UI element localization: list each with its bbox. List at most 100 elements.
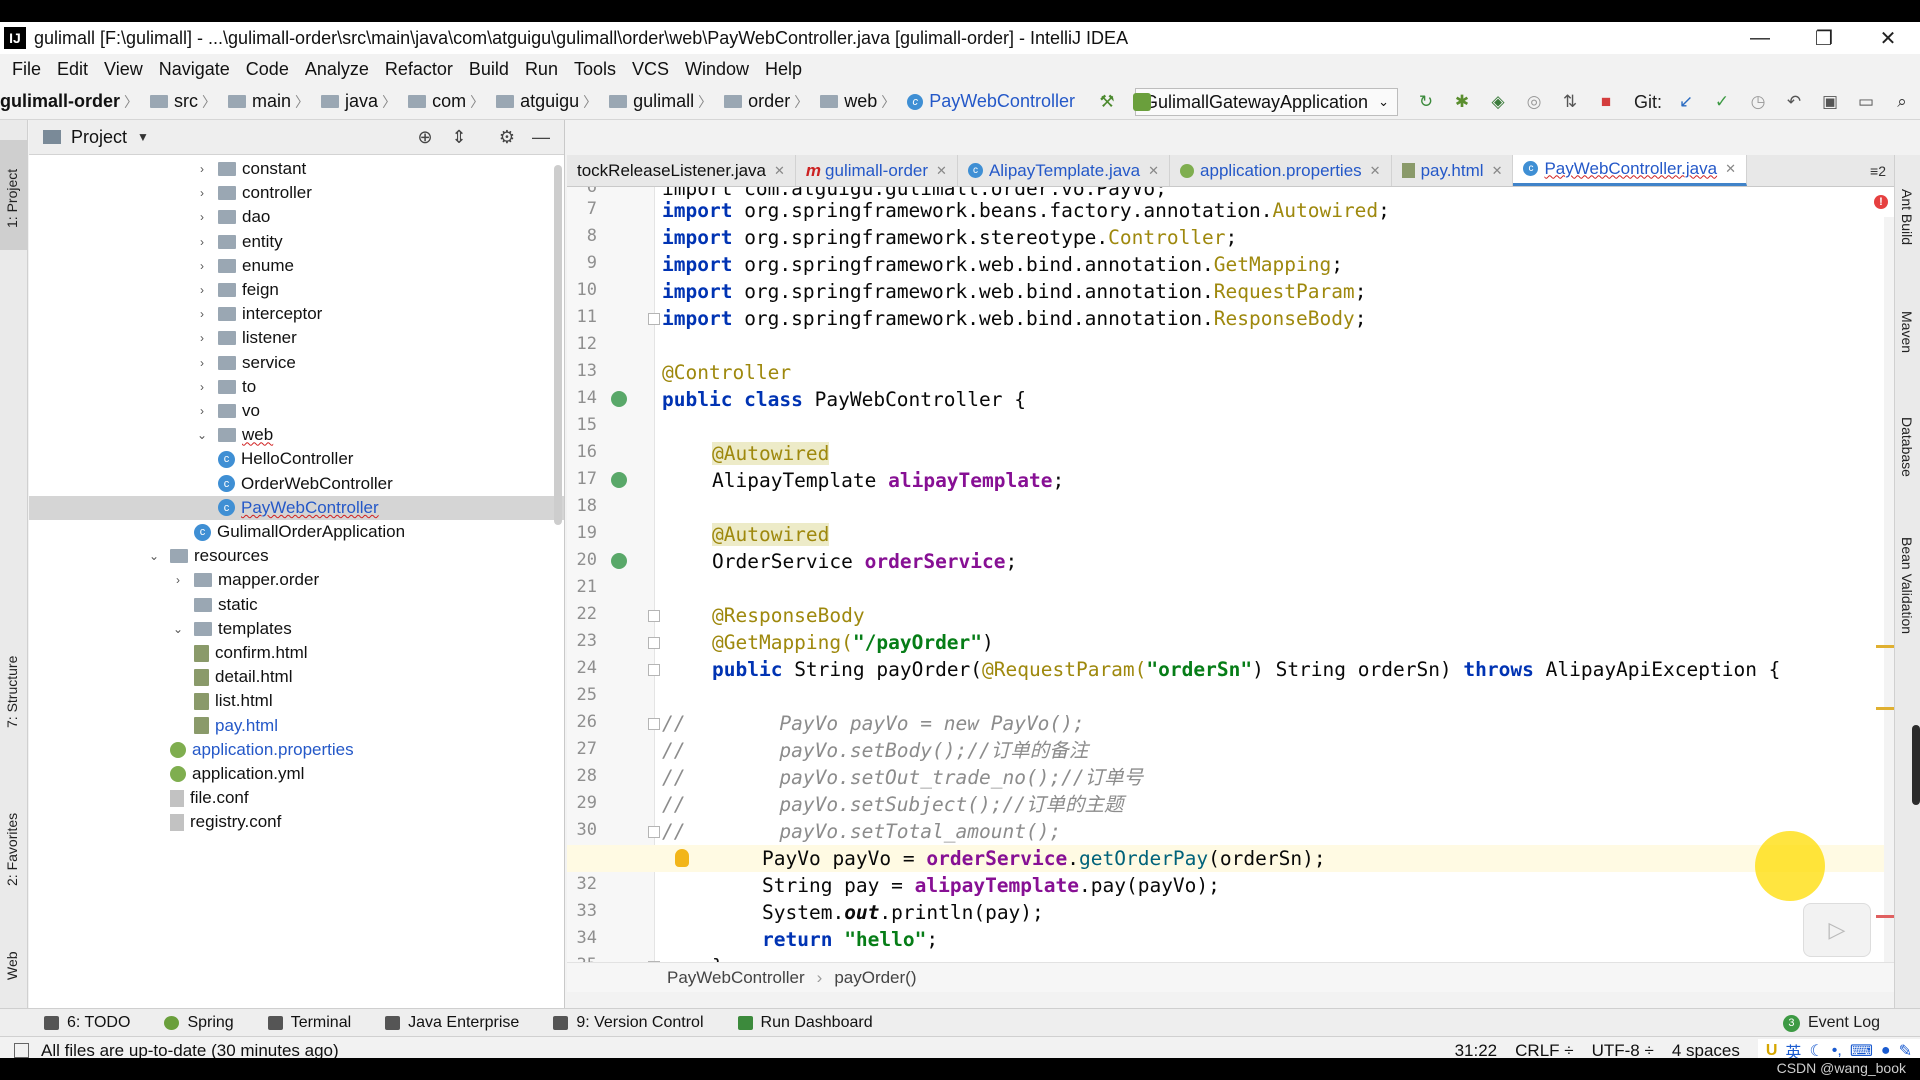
tree-item-registry-conf[interactable]: registry.conf (29, 810, 564, 834)
search-icon[interactable]: ⌕ (1891, 91, 1913, 113)
tree-item-controller[interactable]: › controller (29, 181, 564, 205)
nav-crumb-web[interactable]: web (810, 91, 879, 112)
menu-help[interactable]: Help (757, 59, 810, 80)
tab-pay-html[interactable]: pay.html ✕ (1392, 155, 1514, 186)
tree-item-vo[interactable]: › vo (29, 399, 564, 423)
tree-item-mapper-order[interactable]: › mapper.order (29, 568, 564, 592)
chevron-right-icon[interactable]: › (194, 259, 210, 273)
nav-crumb-java[interactable]: java (311, 91, 380, 112)
build-hammer-icon[interactable]: ⚒ (1096, 91, 1118, 113)
tree-item-listener[interactable]: › listener (29, 326, 564, 350)
presentation-icon[interactable]: ▭ (1855, 91, 1877, 113)
bean-class-icon[interactable] (611, 391, 627, 407)
chevron-right-icon[interactable]: › (194, 331, 210, 345)
close-icon[interactable]: ✕ (1492, 163, 1503, 179)
code-area[interactable]: import com.atguigu.gulimall.order.vo.Pay… (567, 187, 1894, 962)
tree-item-dao[interactable]: › dao (29, 205, 564, 229)
tab-pay-web-controller[interactable]: c PayWebController.java ✕ (1513, 155, 1747, 186)
debug-bug-icon[interactable]: ✱ (1451, 91, 1473, 113)
fold-toggle-icon[interactable] (648, 313, 660, 325)
menu-window[interactable]: Window (677, 59, 757, 80)
profile-icon[interactable]: ◎ (1523, 91, 1545, 113)
tree-item-gulimallorderapplication[interactable]: c GulimallOrderApplication (29, 520, 564, 544)
tree-item-file-conf[interactable]: file.conf (29, 786, 564, 810)
project-view-selector[interactable]: Project (71, 127, 127, 148)
file-encoding[interactable]: UTF-8 ÷ (1592, 1041, 1654, 1058)
tool-todo[interactable]: 6: TODO (44, 1014, 130, 1032)
chevron-right-icon[interactable]: › (194, 210, 210, 224)
rerun-icon[interactable]: ↻ (1415, 91, 1437, 113)
tab-alipay-template[interactable]: c AlipayTemplate.java ✕ (958, 155, 1171, 186)
gear-icon[interactable]: ⚙ (496, 127, 518, 149)
chevron-down-icon[interactable]: ▼ (137, 130, 149, 144)
chevron-down-icon[interactable]: ⌄ (146, 549, 162, 563)
caret-position[interactable]: 31:22 (1455, 1041, 1498, 1058)
tree-item-detail-html[interactable]: detail.html (29, 665, 564, 689)
nav-crumb-src[interactable]: src (140, 91, 200, 112)
bean-inject-icon[interactable] (611, 553, 627, 569)
collapse-all-icon[interactable]: ⇕ (448, 127, 470, 149)
chevron-right-icon[interactable]: › (194, 162, 210, 176)
tree-item-interceptor[interactable]: › interceptor (29, 302, 564, 326)
fold-toggle-icon[interactable] (648, 610, 660, 622)
tool-java-enterprise[interactable]: Java Enterprise (385, 1014, 519, 1032)
tool-terminal[interactable]: Terminal (267, 1014, 351, 1032)
event-log-button[interactable]: 3 Event Log (1782, 1009, 1880, 1037)
keyboard-icon[interactable]: ⌨ (1850, 1041, 1873, 1058)
ime-logo-icon[interactable]: U (1766, 1042, 1778, 1058)
indent-setting[interactable]: 4 spaces (1672, 1041, 1740, 1058)
line-separator[interactable]: CRLF ÷ (1515, 1041, 1573, 1058)
error-indicator-icon[interactable]: ! (1874, 195, 1888, 209)
chevron-right-icon[interactable]: › (194, 404, 210, 418)
stop-icon[interactable]: ■ (1595, 91, 1617, 113)
chevron-right-icon[interactable]: › (194, 235, 210, 249)
bean-inject-icon[interactable] (611, 472, 627, 488)
tab-stock-release-listener[interactable]: tockReleaseListener.java ✕ (567, 155, 796, 186)
moon-icon[interactable]: ☾ (1809, 1041, 1823, 1058)
restore-button[interactable]: ❐ (1792, 22, 1856, 54)
nav-crumb-com[interactable]: com (398, 91, 468, 112)
punctuation-icon[interactable]: •, (1832, 1042, 1842, 1058)
chevron-right-icon[interactable]: › (170, 573, 186, 587)
tab-gulimall-order[interactable]: m gulimall-order ✕ (796, 155, 958, 186)
tree-item-pay-html[interactable]: pay.html (29, 714, 564, 738)
tree-item-to[interactable]: › to (29, 375, 564, 399)
chevron-right-icon[interactable]: › (194, 380, 210, 394)
breadcrumb-method[interactable]: payOrder() (834, 968, 916, 988)
fold-toggle-icon[interactable] (648, 637, 660, 649)
hide-panel-icon[interactable]: — (530, 127, 552, 149)
menu-file[interactable]: File (4, 59, 49, 80)
tab-overflow-button[interactable]: ≡2 (1862, 155, 1894, 186)
tool-ant-build[interactable]: Ant Build (1899, 189, 1915, 245)
chevron-right-icon[interactable]: › (194, 307, 210, 321)
tree-item-application-properties[interactable]: application.properties (29, 738, 564, 762)
git-update-icon[interactable]: ↙ (1675, 91, 1697, 113)
tool-structure[interactable]: 7: Structure (4, 656, 20, 728)
nav-crumb-module[interactable]: gulimall-order (0, 91, 122, 112)
wrench-icon[interactable]: ✎ (1899, 1041, 1912, 1058)
menu-build[interactable]: Build (461, 59, 517, 80)
close-icon[interactable]: ✕ (774, 163, 785, 179)
menu-analyze[interactable]: Analyze (297, 59, 377, 80)
tree-item-web[interactable]: ⌄ web (29, 423, 564, 447)
tool-version-control[interactable]: 9: Version Control (553, 1014, 704, 1032)
nav-crumb-atguigu[interactable]: atguigu (486, 91, 581, 112)
history-clock-icon[interactable]: ◷ (1747, 91, 1769, 113)
lightbulb-icon[interactable] (675, 849, 689, 867)
tree-item-static[interactable]: static (29, 593, 564, 617)
menu-edit[interactable]: Edit (49, 59, 96, 80)
tool-project[interactable]: 1: Project (4, 169, 20, 228)
close-icon[interactable]: ✕ (1148, 163, 1159, 179)
tree-item-entity[interactable]: › entity (29, 230, 564, 254)
tree-item-feign[interactable]: › feign (29, 278, 564, 302)
tool-spring[interactable]: Spring (164, 1014, 234, 1032)
git-commit-check-icon[interactable]: ✓ (1711, 91, 1733, 113)
tool-favorites[interactable]: 2: Favorites (4, 813, 20, 886)
menu-refactor[interactable]: Refactor (377, 59, 461, 80)
nav-crumb-class[interactable]: c PayWebController (897, 91, 1077, 112)
breadcrumb-class[interactable]: PayWebController (667, 968, 805, 988)
fold-toggle-icon[interactable] (648, 664, 660, 676)
tree-item-enume[interactable]: › enume (29, 254, 564, 278)
fold-toggle-icon[interactable] (648, 826, 660, 838)
chevron-right-icon[interactable]: › (194, 283, 210, 297)
